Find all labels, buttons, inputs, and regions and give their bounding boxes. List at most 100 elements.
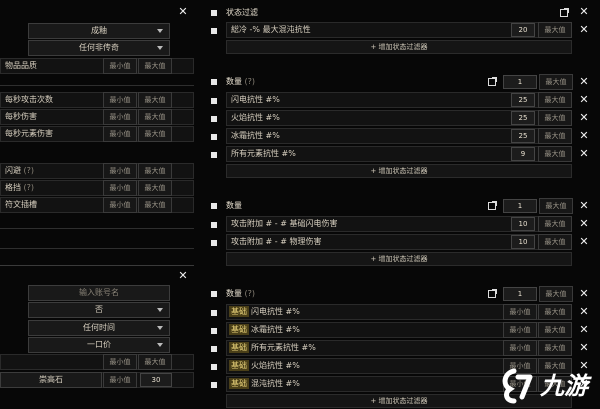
stat-row-min[interactable]: 最小值 <box>503 340 537 356</box>
stat-row: 基础 闪电抗性 #% 最小值 最大值 <box>226 304 572 320</box>
currency-value-input[interactable]: 30 <box>140 373 172 387</box>
stat-row-checkbox[interactable] <box>211 328 217 334</box>
stat-row-value[interactable]: 25 <box>511 111 535 125</box>
dps-max[interactable]: 最大值 <box>138 109 172 125</box>
currency-min[interactable]: 最小值 <box>103 372 137 388</box>
listed-time-select[interactable]: 任何时间 <box>28 320 170 336</box>
status-filter-row-value[interactable]: 20 <box>511 23 535 37</box>
stat-row-value[interactable]: 25 <box>511 93 535 107</box>
external-link-icon[interactable] <box>560 8 569 17</box>
sale-type-select[interactable]: 一口价 <box>28 337 170 353</box>
elemental-dps-max[interactable]: 最大值 <box>138 126 172 142</box>
close-icon[interactable]: ✕ <box>579 306 589 317</box>
count-group3-count[interactable]: 1 <box>503 287 537 301</box>
close-icon[interactable]: ✕ <box>579 218 589 229</box>
stat-row-value[interactable]: 25 <box>511 129 535 143</box>
status-filter-row-max[interactable]: 最大值 <box>538 22 572 38</box>
stat-row-min[interactable]: 最小值 <box>503 322 537 338</box>
stat-row-max[interactable]: 最大值 <box>538 234 572 250</box>
close-icon[interactable]: ✕ <box>579 94 589 105</box>
evasion-min[interactable]: 最小值 <box>103 163 137 179</box>
block-min[interactable]: 最小值 <box>103 180 137 196</box>
stat-row-max[interactable]: 最大值 <box>538 128 572 144</box>
count-group1-max[interactable]: 最大值 <box>539 74 573 90</box>
stat-row-max[interactable]: 最大值 <box>538 216 572 232</box>
stat-row-value[interactable]: 10 <box>511 217 535 231</box>
stat-row-min[interactable]: 最小值 <box>503 304 537 320</box>
block-max[interactable]: 最大值 <box>138 180 172 196</box>
price-range-row: 最小值 最大值 <box>0 354 194 370</box>
status-filter-checkbox[interactable] <box>211 10 217 16</box>
dps-min[interactable]: 最小值 <box>103 109 137 125</box>
stat-row: 冰霜抗性 #% 25 最大值 <box>226 128 572 144</box>
close-icon[interactable]: ✕ <box>579 130 589 141</box>
add-status-filter-button[interactable]: + 增加状态过滤器 <box>226 252 572 266</box>
block-label: 格挡 (?) <box>5 183 35 192</box>
count-group3-max[interactable]: 最大值 <box>539 286 573 302</box>
close-icon[interactable]: ✕ <box>579 6 589 17</box>
rarity-select[interactable]: 任何非传奇 <box>28 40 170 56</box>
item-quality-max[interactable]: 最大值 <box>138 58 172 74</box>
close-icon[interactable]: ✕ <box>178 270 188 281</box>
divider <box>0 85 194 86</box>
rune-slots-min[interactable]: 最小值 <box>103 197 137 213</box>
external-link-icon[interactable] <box>488 77 497 86</box>
online-select[interactable]: 否 <box>28 302 170 318</box>
stat-row-checkbox[interactable] <box>211 222 217 228</box>
add-status-filter-button[interactable]: + 增加状态过滤器 <box>226 40 572 54</box>
stat-row-checkbox[interactable] <box>211 382 217 388</box>
evasion-max[interactable]: 最大值 <box>138 163 172 179</box>
stat-row-checkbox[interactable] <box>211 346 217 352</box>
count-group2-max[interactable]: 最大值 <box>539 198 573 214</box>
close-icon[interactable]: ✕ <box>579 76 589 87</box>
count-group2-count[interactable]: 1 <box>503 199 537 213</box>
close-icon[interactable]: ✕ <box>579 288 589 299</box>
status-row-checkbox[interactable] <box>211 28 217 34</box>
item-quality-min[interactable]: 最小值 <box>103 58 137 74</box>
status-filter-row: 総冷 -% 最大混沌抗性 20 最大值 <box>226 22 572 38</box>
count-group1-checkbox[interactable] <box>211 79 217 85</box>
currency-select[interactable]: 崇高石 <box>0 372 102 388</box>
close-icon[interactable]: ✕ <box>579 324 589 335</box>
type-select[interactable]: 成釉 <box>28 23 170 39</box>
stat-row-checkbox[interactable] <box>211 134 217 140</box>
account-name-input[interactable]: 输入账号名 <box>28 285 170 301</box>
count-group2-checkbox[interactable] <box>211 203 217 209</box>
stat-row-checkbox[interactable] <box>211 310 217 316</box>
status-filter-title: 状态过滤 <box>226 8 258 17</box>
stat-row-value[interactable]: 9 <box>511 147 535 161</box>
stat-row-max[interactable]: 最大值 <box>538 304 572 320</box>
stat-row-value[interactable]: 10 <box>511 235 535 249</box>
stat-row-max[interactable]: 最大值 <box>538 110 572 126</box>
rune-slots-max[interactable]: 最大值 <box>138 197 172 213</box>
stat-row: 闪电抗性 #% 25 最大值 <box>226 92 572 108</box>
add-status-filter-button[interactable]: + 增加状态过滤器 <box>226 164 572 178</box>
stat-row-max[interactable]: 最大值 <box>538 340 572 356</box>
attack-speed-min[interactable]: 最小值 <box>103 92 137 108</box>
close-icon[interactable]: ✕ <box>579 236 589 247</box>
attack-speed-max[interactable]: 最大值 <box>138 92 172 108</box>
stat-row-max[interactable]: 最大值 <box>538 322 572 338</box>
stat-row-checkbox[interactable] <box>211 240 217 246</box>
stat-row-checkbox[interactable] <box>211 152 217 158</box>
stat-row-max[interactable]: 最大值 <box>538 92 572 108</box>
external-link-icon[interactable] <box>488 201 497 210</box>
stat-row-checkbox[interactable] <box>211 116 217 122</box>
attack-speed-row: 每秒攻击次数 最小值 最大值 <box>0 92 194 108</box>
close-icon[interactable]: ✕ <box>579 24 589 35</box>
stat-row-max[interactable]: 最大值 <box>538 146 572 162</box>
close-icon[interactable]: ✕ <box>579 200 589 211</box>
close-icon[interactable]: ✕ <box>178 6 188 17</box>
external-link-icon[interactable] <box>488 289 497 298</box>
stat-row-label: 基础 冰霜抗性 #% <box>229 324 300 335</box>
count-group3-checkbox[interactable] <box>211 291 217 297</box>
close-icon[interactable]: ✕ <box>579 342 589 353</box>
price-max[interactable]: 最大值 <box>138 354 172 370</box>
price-min[interactable]: 最小值 <box>103 354 137 370</box>
close-icon[interactable]: ✕ <box>579 112 589 123</box>
count-group1-count[interactable]: 1 <box>503 75 537 89</box>
elemental-dps-min[interactable]: 最小值 <box>103 126 137 142</box>
close-icon[interactable]: ✕ <box>579 148 589 159</box>
stat-row-checkbox[interactable] <box>211 364 217 370</box>
stat-row-checkbox[interactable] <box>211 98 217 104</box>
